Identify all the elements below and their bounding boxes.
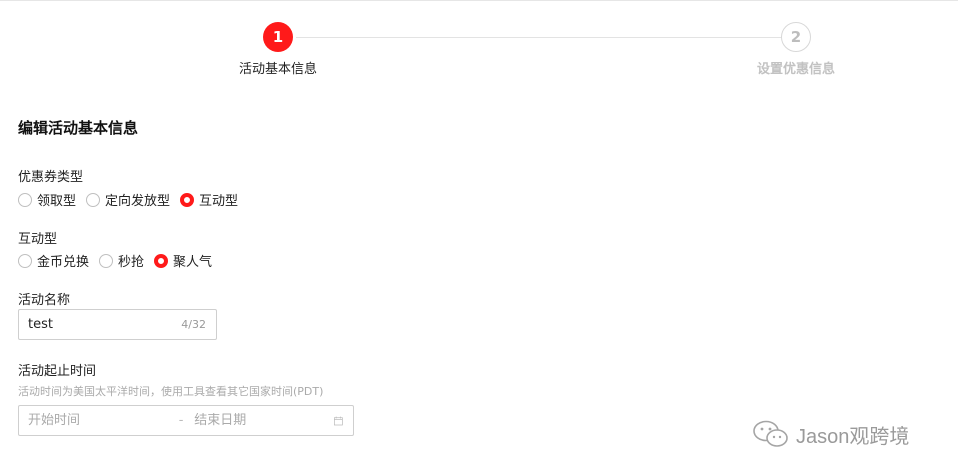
interaction-type-radio-group: 金币兑换 秒抢 聚人气 <box>18 251 222 270</box>
activity-time-hint: 活动时间为美国太平洋时间，使用工具查看其它国家时间(PDT) <box>18 385 324 398</box>
activity-name-label: 活动名称 <box>18 293 71 308</box>
end-date-input[interactable] <box>194 413 335 428</box>
coupon-type-option-interactive[interactable]: 互动型 <box>180 190 238 209</box>
activity-time-label: 活动起止时间 <box>18 364 97 379</box>
radio-circle-icon[interactable] <box>18 192 32 207</box>
step-2-label: 设置优惠信息 <box>756 62 835 77</box>
radio-label: 定向发放型 <box>105 194 171 209</box>
step-1: 1 活动基本信息 <box>236 22 320 77</box>
radio-checked-icon[interactable] <box>154 253 169 268</box>
start-time-input[interactable] <box>28 413 168 428</box>
radio-label: 聚人气 <box>173 255 213 270</box>
radio-circle-icon[interactable] <box>18 253 32 268</box>
radio-label: 金币兑换 <box>37 255 90 270</box>
top-divider <box>0 0 958 1</box>
coupon-type-radio-group: 领取型 定向发放型 互动型 <box>18 190 248 209</box>
interaction-option-coin-exchange[interactable]: 金币兑换 <box>18 251 89 270</box>
radio-checked-icon[interactable] <box>180 192 195 207</box>
step-1-number: 1 <box>263 22 293 52</box>
coupon-type-option-targeted[interactable]: 定向发放型 <box>86 190 170 209</box>
radio-label: 秒抢 <box>118 255 145 270</box>
interaction-type-label: 互动型 <box>18 232 58 247</box>
step-2-number: 2 <box>781 22 811 52</box>
date-separator: - <box>178 413 184 428</box>
interaction-option-gather-popularity[interactable]: 聚人气 <box>154 251 212 270</box>
interaction-option-flash-grab[interactable]: 秒抢 <box>99 251 144 270</box>
step-2: 2 设置优惠信息 <box>754 22 838 77</box>
step-1-label: 活动基本信息 <box>238 62 317 77</box>
character-counter: 4/32 <box>181 318 206 331</box>
radio-circle-icon[interactable] <box>99 253 114 268</box>
coupon-type-label: 优惠券类型 <box>18 170 84 185</box>
date-range-picker[interactable]: - <box>18 405 354 436</box>
watermark: Jason观跨境 <box>752 419 909 449</box>
activity-name-input[interactable] <box>28 317 168 332</box>
stepper-connector <box>296 37 782 38</box>
radio-label: 领取型 <box>37 194 77 209</box>
watermark-text: Jason观跨境 <box>796 425 910 448</box>
activity-name-field[interactable]: 4/32 <box>18 309 217 340</box>
coupon-type-option-claim[interactable]: 领取型 <box>18 190 76 209</box>
radio-circle-icon[interactable] <box>86 192 101 207</box>
section-title: 编辑活动基本信息 <box>18 119 139 137</box>
wechat-icon <box>753 420 788 447</box>
radio-label: 互动型 <box>199 194 239 209</box>
calendar-icon[interactable] <box>334 415 343 427</box>
